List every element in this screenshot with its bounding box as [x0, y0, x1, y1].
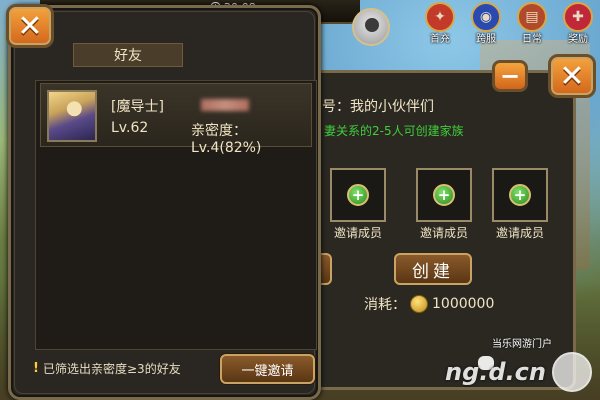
- top-icon-cross-server[interactable]: ◉ 跨服: [466, 2, 506, 46]
- plus-icon: +: [509, 184, 531, 206]
- watermark-text: ng.d.cn: [445, 358, 546, 386]
- family-close-button[interactable]: ✕: [548, 54, 596, 98]
- member-slot[interactable]: +: [492, 168, 548, 222]
- watermark-logo-icon: [552, 352, 592, 392]
- friend-list[interactable]: [魔导士] Lv.62 亲密度：Lv.4(82%): [35, 80, 317, 350]
- family-hint: 妻关系的2-5人可创建家族: [324, 124, 464, 138]
- member-slot[interactable]: +: [416, 168, 472, 222]
- member-slots: + 邀请成员 + 邀请成员 + 邀请成员: [330, 168, 560, 240]
- create-family-button[interactable]: 创建: [394, 253, 472, 285]
- swirl-icon: ◉: [471, 2, 501, 32]
- coin-icon: [410, 295, 428, 313]
- invite-member-label: 邀请成员: [419, 226, 468, 240]
- player-avatar[interactable]: [352, 8, 390, 46]
- plus-icon: +: [347, 184, 369, 206]
- friend-portrait: [47, 90, 97, 142]
- friend-name-redacted: [201, 99, 249, 111]
- invite-all-button[interactable]: 一键邀请: [220, 354, 315, 384]
- invite-member-label: 邀请成员: [333, 226, 382, 240]
- top-icon-daily[interactable]: ▤ 日常: [512, 2, 552, 46]
- family-name: 号：我的小伙伴们: [322, 99, 434, 115]
- watermark-site-top: 当乐网游门户: [492, 339, 552, 350]
- book-icon: ▤: [517, 2, 547, 32]
- top-icon-label: 跨服: [476, 34, 496, 45]
- warning-icon: !: [33, 360, 39, 376]
- panel-title: 好友: [73, 43, 183, 67]
- cost-label: 消耗：: [364, 297, 406, 313]
- filter-label: 已筛选出亲密度≥3的好友: [43, 362, 181, 376]
- watermark: ng.d.cn: [445, 352, 592, 392]
- top-icon-first-charge[interactable]: ✦ 首充: [420, 2, 460, 46]
- member-slot[interactable]: +: [330, 168, 386, 222]
- cost-value: 1000000: [432, 296, 495, 312]
- friend-intimacy: 亲密度：Lv.4(82%): [191, 123, 262, 156]
- friends-close-button[interactable]: ✕: [6, 4, 54, 48]
- top-icon-welfare[interactable]: ✚ 奖励: [558, 2, 598, 46]
- minimize-button[interactable]: −: [492, 60, 528, 92]
- plus-icon: +: [433, 184, 455, 206]
- top-icon-bar: ✦ 首充 ◉ 跨服 ▤ 日常 ✚ 奖励: [420, 2, 598, 46]
- invite-member-label: 邀请成员: [495, 226, 544, 240]
- cost-row: 消耗： 1000000: [364, 294, 494, 314]
- treasure-icon: ✦: [425, 2, 455, 32]
- friend-card[interactable]: [魔导士] Lv.62 亲密度：Lv.4(82%): [40, 83, 312, 156]
- gift-icon: ✚: [563, 2, 593, 32]
- friend-level: Lv.62: [111, 120, 149, 136]
- top-icon-label: 奖励: [568, 34, 588, 45]
- friends-panel: 好友 [魔导士] Lv.62 亲密度：Lv.4(82%) ! 已筛选出亲密度≥3…: [8, 5, 321, 400]
- top-icon-label: 日常: [522, 34, 542, 45]
- friend-class: [魔导士]: [111, 99, 164, 115]
- filter-text: ! 已筛选出亲密度≥3的好友: [33, 360, 181, 377]
- top-icon-label: 首充: [430, 34, 450, 45]
